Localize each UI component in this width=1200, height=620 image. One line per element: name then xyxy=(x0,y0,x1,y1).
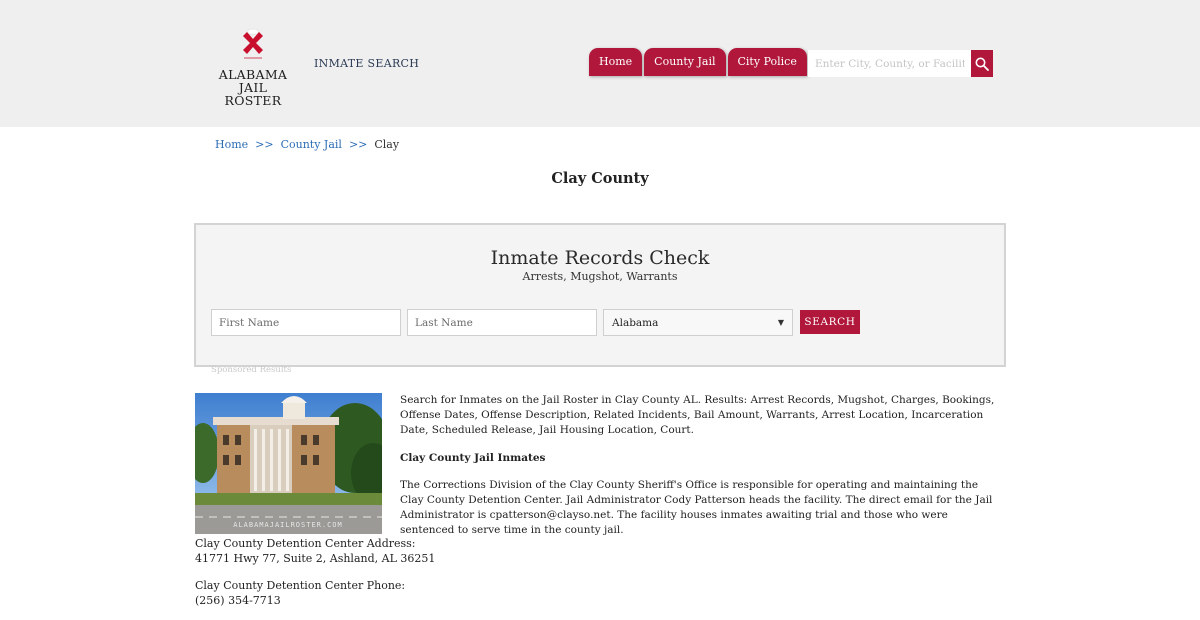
facility-search-input[interactable] xyxy=(808,50,972,77)
sponsored-label: Sponsored Results xyxy=(211,365,292,375)
breadcrumb-separator: >> xyxy=(255,138,274,151)
phone-value: (256) 354-7713 xyxy=(195,594,281,607)
first-name-input[interactable] xyxy=(211,309,401,336)
breadcrumb-separator: >> xyxy=(348,138,368,151)
breadcrumb-county-jail[interactable]: County Jail xyxy=(281,138,342,151)
nav-county-jail[interactable]: County Jail xyxy=(644,48,726,76)
state-select[interactable]: Alabama ▼ xyxy=(603,309,793,336)
breadcrumb: Home >> County Jail >> Clay xyxy=(215,138,399,151)
address-label: Clay County Detention Center Address: xyxy=(195,537,416,550)
main-nav: Home County Jail City Police xyxy=(589,48,809,76)
detention-center-photo: ALABAMAJAILROSTER.COM xyxy=(195,393,382,534)
site-header: ALABAMA JAIL ROSTER INMATE SEARCH Home C… xyxy=(0,0,1200,127)
site-logo[interactable]: ALABAMA JAIL ROSTER xyxy=(212,28,294,107)
address-value: 41771 Hwy 77, Suite 2, Ashland, AL 36251 xyxy=(195,552,436,565)
logo-text-line2: JAIL ROSTER xyxy=(224,80,282,108)
panel-subtitle: Arrests, Mugshot, Warrants xyxy=(522,270,678,283)
photo-watermark: ALABAMAJAILROSTER.COM xyxy=(233,521,343,529)
nav-city-police[interactable]: City Police xyxy=(727,48,807,76)
facility-search-button[interactable] xyxy=(971,50,993,77)
panel-title: Inmate Records Check xyxy=(490,247,710,269)
phone-block: Clay County Detention Center Phone: (256… xyxy=(195,578,405,608)
last-name-input[interactable] xyxy=(407,309,597,336)
records-search-button[interactable]: SEARCH xyxy=(800,310,860,334)
inmate-records-panel: Inmate Records Check Arrests, Mugshot, W… xyxy=(194,223,1006,367)
section-heading: Clay County Jail Inmates xyxy=(400,452,546,464)
chevron-down-icon: ▼ xyxy=(777,318,784,327)
breadcrumb-current: Clay xyxy=(374,138,400,151)
search-icon xyxy=(975,57,989,71)
inmate-search-link[interactable]: INMATE SEARCH xyxy=(314,57,419,70)
state-select-value: Alabama xyxy=(612,316,659,329)
alabama-flag-icon xyxy=(240,28,266,62)
body-paragraph: The Corrections Division of the Clay Cou… xyxy=(400,479,993,536)
intro-paragraph: Search for Inmates on the Jail Roster in… xyxy=(400,394,995,436)
nav-home[interactable]: Home xyxy=(589,48,643,76)
breadcrumb-home[interactable]: Home xyxy=(215,138,248,151)
address-block: Clay County Detention Center Address: 41… xyxy=(195,536,435,566)
phone-label: Clay County Detention Center Phone: xyxy=(195,579,406,592)
page-title: Clay County xyxy=(551,170,649,187)
